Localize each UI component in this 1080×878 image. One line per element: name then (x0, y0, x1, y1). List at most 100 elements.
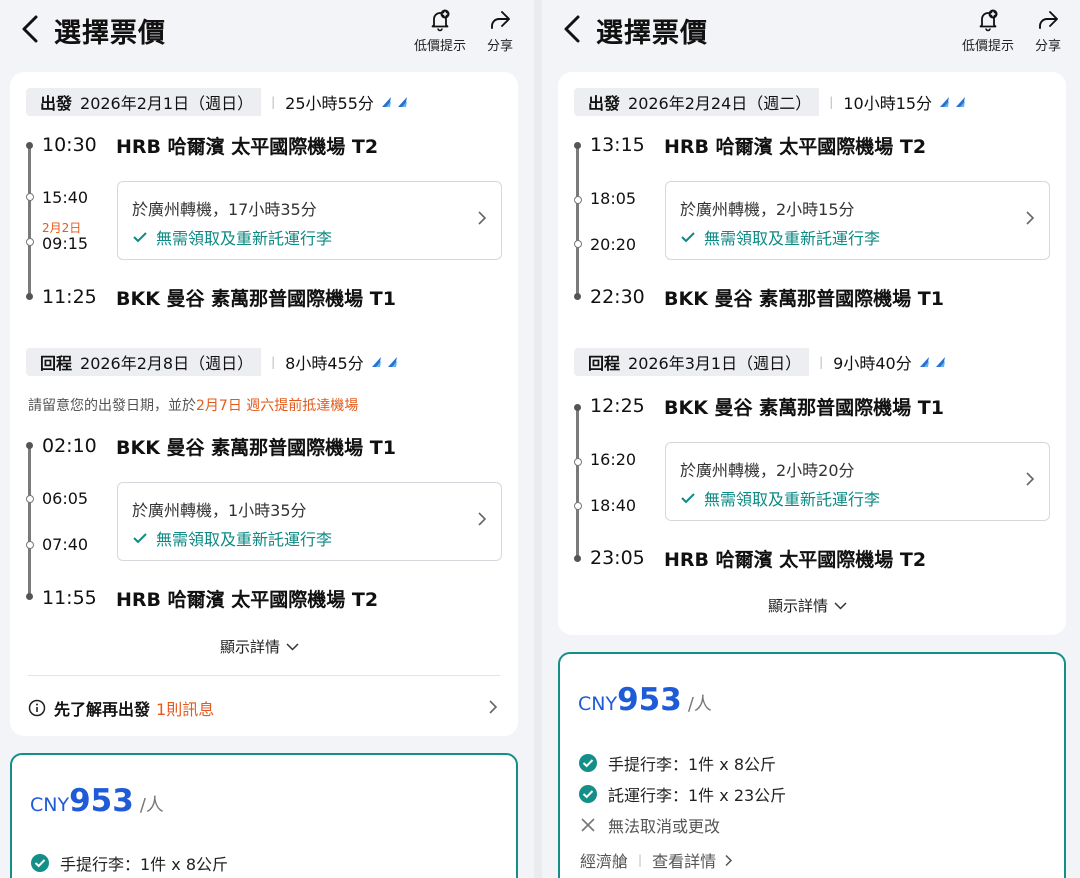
outbound-duration: 25小時55分 (285, 94, 374, 113)
bell-plus-icon (979, 9, 998, 32)
chevron-left-icon[interactable] (18, 14, 42, 44)
price-alert-button[interactable]: 低價提示 (962, 8, 1014, 54)
outbound-transfer-depart: 09:15 (42, 234, 89, 253)
return-tag: 回程 (588, 354, 621, 373)
price-alert-button[interactable]: 低價提示 (414, 8, 466, 54)
outbound-transfer-box[interactable]: 於廣州轉機，17小時35分 無需領取及重新託運行李 (117, 181, 502, 260)
return-duration: 8小時45分 (285, 354, 364, 373)
fare-amount: 953 (617, 682, 682, 718)
fare-currency: CNY (30, 794, 70, 816)
outbound-date: 2026年2月24日（週二） (628, 94, 812, 113)
chevron-right-icon (478, 211, 487, 225)
check-icon (681, 232, 695, 243)
return-depart-time: 12:25 (590, 395, 645, 417)
chevron-right-icon[interactable] (488, 699, 498, 715)
info-label: 先了解再出發 (54, 700, 151, 719)
chevron-right-icon (1026, 211, 1035, 225)
outbound-depart-airport: HRB 哈爾濱 太平國際機場 T2 (664, 136, 927, 158)
return-header: 回程 2026年2月8日（週日） | 8小時45分 (26, 348, 404, 376)
header: 選擇票價 低價提示 分享 (542, 0, 1080, 64)
cabin-details-link[interactable]: 查看詳情 (652, 848, 716, 872)
x-icon (581, 818, 595, 832)
fare-amount: 953 (69, 783, 134, 819)
return-arrive-time: 11:55 (42, 587, 97, 609)
airline-logo-icon (940, 97, 966, 107)
header: 選擇票價 低價提示 分享 (0, 0, 534, 64)
airline-logo-icon (919, 357, 945, 367)
outbound-duration: 10小時15分 (843, 94, 933, 113)
return-arrive-airport: HRB 哈爾濱 太平國際機場 T2 (664, 549, 927, 571)
return-duration: 9小時40分 (833, 354, 912, 373)
check-circle-icon (579, 754, 597, 772)
return-depart-time: 02:10 (42, 435, 97, 457)
page-title: 選擇票價 (596, 18, 708, 49)
return-timeline (28, 444, 31, 598)
outbound-arrive-time: 11:25 (42, 286, 97, 308)
fare-card[interactable]: CNY 953 /人 手提行李：1件 x 8公斤 (10, 753, 518, 878)
check-circle-icon (579, 785, 597, 803)
outbound-baggage-text: 無需領取及重新託運行李 (156, 229, 333, 248)
bell-plus-icon (431, 9, 450, 32)
fare-price: CNY 953 /人 (578, 682, 712, 718)
chevron-right-icon (1026, 472, 1035, 486)
return-header: 回程 2026年3月1日（週日） | 9小時40分 (574, 348, 952, 376)
price-alert-label: 低價提示 (962, 39, 1015, 54)
outbound-depart-time: 13:15 (590, 134, 645, 156)
departure-notice: 請留意您的出發日期，並於2月7日 週六提前抵達機場 (28, 398, 359, 414)
benefit-item: 託運行李：1件 x 23公斤 (578, 782, 786, 806)
show-details-link[interactable]: 顯示詳情 (768, 595, 847, 616)
page-title: 選擇票價 (54, 18, 166, 49)
return-transfer-box[interactable]: 於廣州轉機，2小時20分 無需領取及重新託運行李 (665, 442, 1050, 521)
right-screen: 選擇票價 低價提示 分享 出發2026年2月24日（週二） | 10小時15分 (542, 0, 1080, 878)
fare-card[interactable]: CNY 953 /人 手提行李：1件 x 8公斤 託運行李：1件 x 23公斤 … (558, 652, 1066, 878)
return-transfer-text: 於廣州轉機，2小時20分 (680, 461, 855, 480)
return-date: 2026年2月8日（週日） (80, 354, 254, 373)
return-depart-airport: BKK 曼谷 素萬那普國際機場 T1 (116, 437, 396, 459)
chevron-down-icon (834, 601, 847, 610)
price-alert-label: 低價提示 (414, 39, 467, 54)
outbound-arrive-airport: BKK 曼谷 素萬那普國際機場 T1 (664, 288, 944, 310)
share-arrow-icon (491, 11, 510, 29)
share-arrow-icon (1039, 11, 1058, 29)
airline-logo-icon (381, 97, 407, 107)
check-icon (133, 232, 147, 243)
outbound-timeline (576, 144, 579, 298)
return-transfer-depart: 18:40 (590, 496, 637, 515)
return-date: 2026年3月1日（週日） (628, 354, 802, 373)
chevron-left-icon[interactable] (560, 14, 584, 44)
left-screen: 選擇票價 低價提示 分享 出發2026年2月1日（週日） | 25小時55分 (0, 0, 534, 878)
info-row[interactable]: 先了解再出發 1則訊息 (28, 696, 214, 720)
outbound-header: 出發 2026年2月1日（週日） | 25小時55分 (26, 88, 414, 116)
outbound-transfer-arrive: 15:40 (42, 188, 89, 207)
return-transfer-text: 於廣州轉機，1小時35分 (132, 501, 307, 520)
outbound-transfer-box[interactable]: 於廣州轉機，2小時15分 無需領取及重新託運行李 (665, 181, 1050, 260)
return-tag: 回程 (40, 354, 73, 373)
return-transfer-depart: 07:40 (42, 535, 89, 554)
check-circle-icon (31, 854, 49, 872)
itinerary-card: 出發 2026年2月1日（週日） | 25小時55分 10:30 HRB 哈爾濱 … (10, 72, 518, 736)
return-arrive-airport: HRB 哈爾濱 太平國際機場 T2 (116, 589, 379, 611)
outbound-header: 出發 2026年2月24日（週二） | 10小時15分 (574, 88, 972, 116)
return-transfer-box[interactable]: 於廣州轉機，1小時35分 無需領取及重新託運行李 (117, 482, 502, 561)
return-transfer-arrive: 16:20 (590, 450, 637, 469)
chevron-right-icon[interactable] (724, 854, 733, 867)
outbound-transfer-text: 於廣州轉機，2小時15分 (680, 200, 855, 219)
return-transfer-arrive: 06:05 (42, 489, 89, 508)
check-icon (681, 493, 695, 504)
chevron-down-icon (286, 642, 299, 651)
outbound-depart-airport: HRB 哈爾濱 太平國際機場 T2 (116, 136, 379, 158)
fare-per-person: /人 (139, 795, 164, 816)
return-baggage-text: 無需領取及重新託運行李 (156, 530, 333, 549)
outbound-baggage-text: 無需領取及重新託運行李 (704, 229, 881, 248)
itinerary-card: 出發 2026年2月24日（週二） | 10小時15分 13:15 HRB 哈爾濱… (558, 72, 1066, 635)
share-label: 分享 (1035, 39, 1062, 54)
outbound-date: 2026年2月1日（週日） (80, 94, 254, 113)
outbound-depart-time: 10:30 (42, 134, 97, 156)
benefit-item: 無法取消或更改 (578, 813, 720, 837)
share-button[interactable]: 分享 (1035, 8, 1061, 54)
share-button[interactable]: 分享 (487, 8, 513, 54)
notice-date: 2月7日 週六提前抵達機場 (196, 398, 359, 414)
show-details-link[interactable]: 顯示詳情 (220, 636, 299, 657)
outbound-arrive-airport: BKK 曼谷 素萬那普國際機場 T1 (116, 288, 396, 310)
return-arrive-time: 23:05 (590, 547, 645, 569)
